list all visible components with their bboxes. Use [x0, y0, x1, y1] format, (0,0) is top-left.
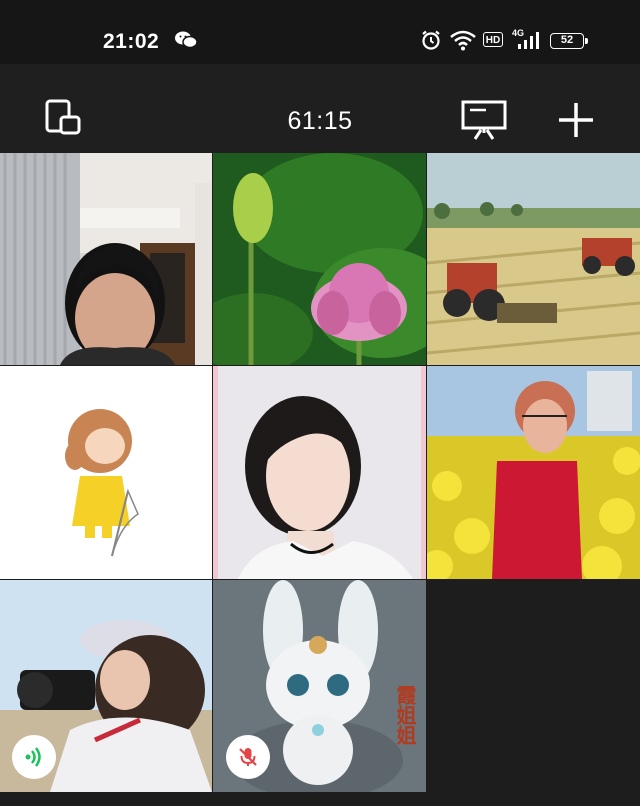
screen-share-icon[interactable]	[461, 100, 507, 140]
add-icon[interactable]	[557, 101, 595, 139]
hd-badge: HD	[483, 32, 503, 47]
speaking-badge	[12, 735, 56, 779]
participant-5-video[interactable]	[213, 366, 426, 579]
call-toolbar: 61:15	[0, 64, 640, 153]
wechat-icon	[175, 31, 197, 49]
participant-3-video[interactable]	[427, 153, 640, 365]
wifi-icon	[450, 30, 476, 51]
participant-7-video[interactable]	[0, 580, 212, 792]
participant-6-video[interactable]	[427, 366, 640, 579]
battery-icon: 52	[550, 33, 588, 49]
speaking-icon	[25, 747, 41, 767]
participant-4-video[interactable]	[0, 366, 212, 579]
status-bar: 21:02 HD 4G 52	[0, 0, 640, 64]
status-time: 21:02	[103, 30, 160, 53]
participant-1-video[interactable]	[0, 153, 212, 365]
mic-muted-icon	[239, 748, 257, 766]
participant-8-video[interactable]: 霞姐姐	[213, 580, 426, 792]
empty-slot	[427, 580, 640, 792]
participant-2-video[interactable]	[213, 153, 426, 365]
muted-badge	[226, 735, 270, 779]
call-timer: 61:15	[287, 107, 353, 135]
alarm-icon	[422, 30, 440, 50]
avatar-text: 霞姐姐	[393, 685, 417, 745]
signal-icon	[518, 32, 539, 49]
